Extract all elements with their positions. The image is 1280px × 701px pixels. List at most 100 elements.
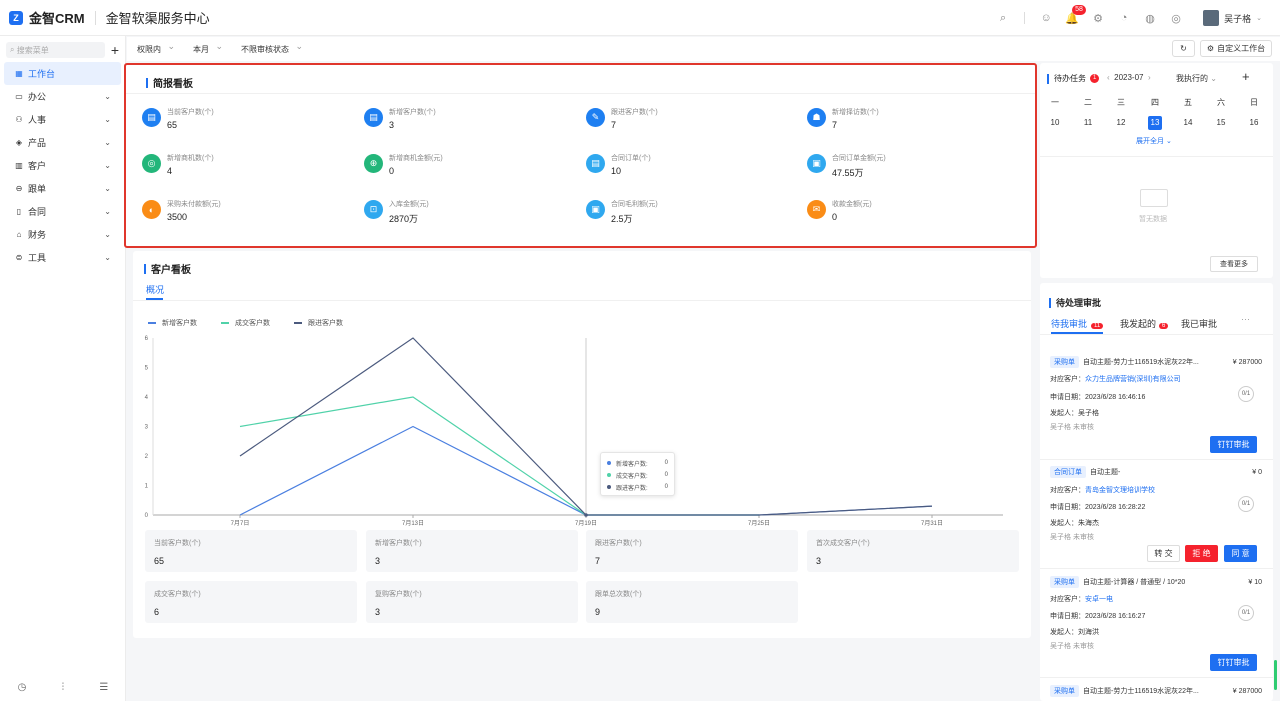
x-tick-label: 7月7日 — [231, 520, 250, 527]
approval-item[interactable]: 采购单 自动主题-劳力士116519水泥灰22年... ¥ 287000 对应客… — [1040, 353, 1272, 458]
stat-value: 4 — [167, 166, 173, 176]
stat-text: 合同毛利额(元) 2.5万 — [611, 200, 658, 225]
transfer-button[interactable]: 转 交 — [1147, 545, 1180, 562]
brief-stat[interactable]: ⊡ 入库金额(元) 2870万 — [364, 200, 429, 225]
sliders-icon[interactable]: ⫶ — [62, 682, 65, 693]
refresh-icon: ↻ — [1180, 44, 1187, 53]
sidebar-item-workbench[interactable]: ▦ 工作台 — [4, 62, 121, 85]
stat-text: 新增商机金额(元) 0 — [389, 154, 443, 176]
user-menu-chevron-icon[interactable]: ⌄ — [1256, 14, 1262, 22]
add-icon[interactable]: + — [111, 42, 119, 58]
stat-tile[interactable]: 跟进客户数(个) 7 — [586, 530, 798, 572]
brief-stat[interactable]: ▤ 新增客户数(个) 3 — [364, 108, 436, 130]
more-tabs-icon[interactable]: ··· — [1241, 314, 1250, 324]
reject-button[interactable]: 拒 绝 — [1185, 545, 1218, 562]
scrollbar-thumb[interactable] — [1274, 660, 1277, 690]
sidebar-item-office[interactable]: ▭ 办公 ⌄ — [0, 85, 125, 108]
stat-tile[interactable]: 新增客户数(个) 3 — [366, 530, 578, 572]
customize-workbench-button[interactable]: ⚙ 自定义工作台 — [1200, 40, 1272, 57]
stat-tile[interactable]: 当前客户数(个) 65 — [145, 530, 357, 572]
stat-tile[interactable]: 首次成交客户(个) 3 — [807, 530, 1019, 572]
collapse-menu-icon[interactable]: ☰ — [99, 682, 108, 693]
calendar-day[interactable]: 12 — [1114, 116, 1128, 130]
customer-link[interactable]: 安卓一电 — [1085, 596, 1113, 603]
prev-month-icon[interactable]: ‹ — [1107, 73, 1110, 82]
brief-stat[interactable]: ✎ 跟进客户数(个) 7 — [586, 108, 658, 130]
sidebar-item-contract[interactable]: ▯ 合同 ⌄ — [0, 200, 125, 223]
stat-tile[interactable]: 成交客户数(个) 6 — [145, 581, 357, 623]
approval-title: 待处理审批 — [1049, 296, 1101, 309]
tab-initiated[interactable]: 我发起的 6 — [1120, 317, 1169, 330]
dingtalk-approve-button[interactable]: 钉钉审批 — [1210, 654, 1257, 671]
calendar-day[interactable]: 15 — [1214, 116, 1228, 130]
stat-tile[interactable]: 跟单总次数(个) 9 — [586, 581, 798, 623]
brief-stat[interactable]: ✉ 收款金额(元) 0 — [807, 200, 872, 222]
calendar-day[interactable]: 10 — [1048, 116, 1062, 130]
add-task-icon[interactable]: + — [1242, 69, 1250, 84]
sidebar-item-finance[interactable]: ⌂ 财务 ⌄ — [0, 223, 125, 246]
bell-icon[interactable]: 🔔 58 — [1065, 5, 1086, 25]
stat-icon: ⊡ — [364, 200, 383, 219]
approval-item[interactable]: 合同订单 自动主题- ¥ 0 对应客户：青岛金智文理培训学校 申请日期：2023… — [1040, 466, 1272, 566]
calendar-day[interactable]: 16 — [1247, 116, 1261, 130]
scope-select[interactable]: 权限内 — [137, 41, 183, 55]
sidebar-item-product[interactable]: ◈ 产品 ⌄ — [0, 131, 125, 154]
legend-swatch — [294, 322, 302, 324]
agree-button[interactable]: 同 意 — [1224, 545, 1257, 562]
calendar-day[interactable]: 13 — [1148, 116, 1162, 130]
sidebar-item-hr[interactable]: ⚇ 人事 ⌄ — [0, 108, 125, 131]
brief-stat[interactable]: ◎ 新增商机数(个) 4 — [142, 154, 214, 176]
avatar[interactable] — [1203, 10, 1220, 26]
brief-stat[interactable]: ☗ 新增择访数(个) 7 — [807, 108, 879, 130]
user-name[interactable]: 吴子格 — [1224, 12, 1251, 25]
approval-status: 吴子格 未审核 — [1050, 643, 1094, 650]
brief-stat[interactable]: ▤ 当前客户数(个) 65 — [142, 108, 214, 130]
legend-item[interactable]: 新增客户数 — [148, 318, 197, 328]
brief-stat[interactable]: ◐ 采购未付款额(元) 3500 — [142, 200, 221, 222]
expand-month-link[interactable]: 展开全月 ⌄ — [1136, 136, 1172, 146]
customer-link[interactable]: 众力生品牌营销(深圳)有限公司 — [1085, 376, 1181, 383]
customer-link[interactable]: 青岛金智文理培训学校 — [1085, 487, 1155, 494]
logo[interactable]: Z 金智CRM — [9, 8, 85, 27]
contacts-icon[interactable]: ☺ — [1039, 11, 1053, 25]
legend-item[interactable]: 跟进客户数 — [294, 318, 343, 328]
calendar-day[interactable]: 11 — [1081, 116, 1095, 130]
stat-icon: ✎ — [586, 108, 605, 127]
sidebar-item-followup[interactable]: ⊖ 跟单 ⌄ — [0, 177, 125, 200]
sidebar-item-customer[interactable]: ▥ 客户 ⌄ — [0, 154, 125, 177]
executor-select[interactable]: 我执行的 ⌄ — [1176, 73, 1217, 84]
dingtalk-approve-button[interactable]: 钉钉审批 — [1210, 436, 1257, 453]
stat-value: 7 — [611, 120, 617, 130]
brief-stat[interactable]: ▤ 合同订单(个) 10 — [586, 154, 651, 176]
x-tick-label: 7月13日 — [402, 520, 424, 527]
settings-icon[interactable]: ⚙ — [1091, 11, 1105, 25]
brief-stat[interactable]: ▣ 合同订单金额(元) 47.55万 — [807, 154, 886, 179]
status-select[interactable]: 不限审核状态 — [241, 41, 311, 55]
sidebar-item-tools[interactable]: ⊜ 工具 ⌄ — [0, 246, 125, 269]
brief-board-title: 简报看板 — [146, 75, 193, 90]
sidebar-item-label: 合同 — [28, 207, 47, 217]
stat-tile[interactable]: 复购客户数(个) 3 — [366, 581, 578, 623]
tab-pending-mine[interactable]: 待我审批 11 — [1051, 317, 1104, 330]
stat-label: 当前客户数(个) — [167, 109, 214, 116]
service-icon[interactable]: ◍ — [1143, 11, 1157, 25]
approval-item[interactable]: 采购单 自动主题-劳力士116519水泥灰22年... ¥ 287000 — [1040, 685, 1272, 701]
view-more-button[interactable]: 查看更多 — [1210, 256, 1258, 272]
brief-stat[interactable]: ▣ 合同毛利额(元) 2.5万 — [586, 200, 658, 225]
history-icon[interactable]: ◔ — [1117, 11, 1131, 25]
weekday-label: 日 — [1250, 98, 1258, 107]
next-month-icon[interactable]: › — [1148, 73, 1151, 82]
stat-label: 合同订单金额(元) — [832, 155, 886, 162]
calendar-day[interactable]: 14 — [1181, 116, 1195, 130]
approval-item[interactable]: 采购单 自动主题-计算器 / 普通型 / 10*20 ¥ 10 对应客户：安卓一… — [1040, 576, 1272, 676]
history-icon[interactable]: ◷ — [18, 682, 27, 693]
legend-item[interactable]: 成交客户数 — [221, 318, 270, 328]
tab-approved[interactable]: 我已审批 — [1181, 317, 1217, 330]
search-icon[interactable]: ⌕ — [996, 11, 1010, 25]
brief-stat[interactable]: ⊕ 新增商机金额(元) 0 — [364, 154, 443, 176]
chat-icon[interactable]: ◎ — [1169, 11, 1183, 25]
period-select[interactable]: 本月 — [193, 41, 231, 55]
menu-search-input[interactable]: ⌕ 搜索菜单 — [6, 42, 105, 58]
refresh-button[interactable]: ↻ — [1172, 40, 1195, 57]
tab-overview[interactable]: 概况 — [146, 283, 164, 296]
